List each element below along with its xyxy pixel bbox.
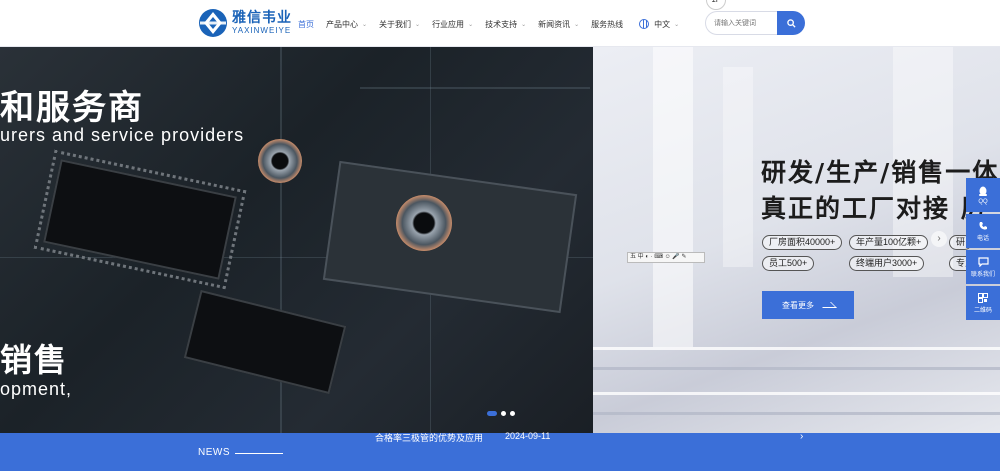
search-button[interactable] [777,11,805,35]
search-box [705,11,805,35]
search-icon [786,18,796,28]
logo[interactable]: 雅信韦业 YAXINWEIYE [198,8,292,38]
banner-left-title: 和服务商 [0,88,144,128]
slider-dot[interactable] [501,411,506,416]
news-divider [235,453,283,454]
news-ticker: NEWS 合格率三极管的优势及应用 2024-09-11 › [0,431,1000,471]
pcb-screw [396,195,452,251]
arrow-right-icon [817,302,837,308]
banner-left-subtitle: urers and service providers [0,125,245,145]
banner-slide-factory: 五 中 ◐ · ⌨ ☺ 🎤 ✎ 研发/生产/销售一体 真正的工厂对接 厉 厂房面… [593,47,1000,433]
feature-tag: 年产量100亿颗+ [849,235,929,250]
chevron-down-icon: ⌄ [674,21,680,28]
banner-left-title-2: 销售 [0,341,69,379]
language-switch[interactable]: 中文 ⌄ [639,19,679,30]
nav-item-industry[interactable]: 行业应用 ⌄ [432,19,473,30]
logo-text-cn: 雅信韦业 [232,9,292,26]
slider-dot[interactable] [487,411,497,416]
slider-pagination [487,411,519,416]
nav-item-support[interactable]: 技术支持 ⌄ [485,19,526,30]
nav-item-home[interactable]: 首页 [298,19,314,30]
side-item-contact[interactable]: 联系我们 [966,250,1000,284]
side-item-qq[interactable]: QQ [966,178,1000,212]
logo-mark-icon [198,8,228,38]
chevron-down-icon: ⌄ [415,21,421,28]
banner-right-title-2: 真正的工厂对接 厉 [761,194,988,223]
feature-tag: 员工500+ [762,256,815,271]
site-header: 1F 雅信韦业 YAXINWEIYE 首页 产品中心⌄ 关于我们⌄ 行业应用⌄ … [0,0,1000,47]
message-icon [977,256,989,267]
float-toolbar: QQ 电话 联系我们 二维码 [966,178,1000,322]
logo-text-en: YAXINWEIYE [232,25,292,35]
feature-tag: 厂房面积40000+ [762,235,843,250]
nav-item-products[interactable]: 产品中心 ⌄ [326,19,367,30]
chevron-down-icon: ⌄ [362,21,368,28]
feature-tag: 终端用户3000+ [849,256,925,271]
news-item-date: 2024-09-11 [505,431,551,441]
main-nav: 首页 产品中心 ⌄ 关于我们 ⌄ 行业应用 ⌄ 技术支持 ⌄ 新闻资讯 ⌄ 服务热线 中文… [298,17,691,31]
news-item-title[interactable]: 合格率三极管的优势及应用 [375,431,483,444]
slider-dot[interactable] [510,411,515,416]
hero-banner: 和服务商 urers and service providers 销售 opme… [0,47,1000,433]
side-item-qrcode[interactable]: 二维码 [966,286,1000,320]
chevron-down-icon: ⌄ [574,21,580,28]
globe-icon [639,19,650,29]
pcb-screw [258,139,302,183]
pcb-chip [183,289,347,395]
banner-left-subtitle-2: opment, [0,379,73,399]
qrcode-icon [978,292,988,303]
nav-item-about[interactable]: 关于我们 ⌄ [379,19,420,30]
ime-toolbar[interactable]: 五 中 ◐ · ⌨ ☺ 🎤 ✎ [627,252,705,263]
phone-icon [979,221,987,230]
news-next-arrow[interactable]: › [800,431,803,442]
chevron-down-icon: ⌄ [521,21,527,28]
nav-item-hotline[interactable]: 服务热线 [591,19,623,30]
banner-right-title-1: 研发/生产/销售一体 [761,158,1000,187]
side-item-phone[interactable]: 电话 [966,214,1000,248]
view-more-button[interactable]: 查看更多 [762,291,854,319]
nav-item-news[interactable]: 新闻资讯 ⌄ [538,19,579,30]
slider-next-button[interactable]: › [931,231,947,247]
search-input[interactable] [705,11,777,35]
chevron-down-icon: ⌄ [468,21,474,28]
banner-slide-pcb: 和服务商 urers and service providers 销售 opme… [0,47,593,433]
news-label: NEWS [198,447,230,458]
qq-icon [979,186,987,196]
floor-badge: 1F [706,0,726,10]
